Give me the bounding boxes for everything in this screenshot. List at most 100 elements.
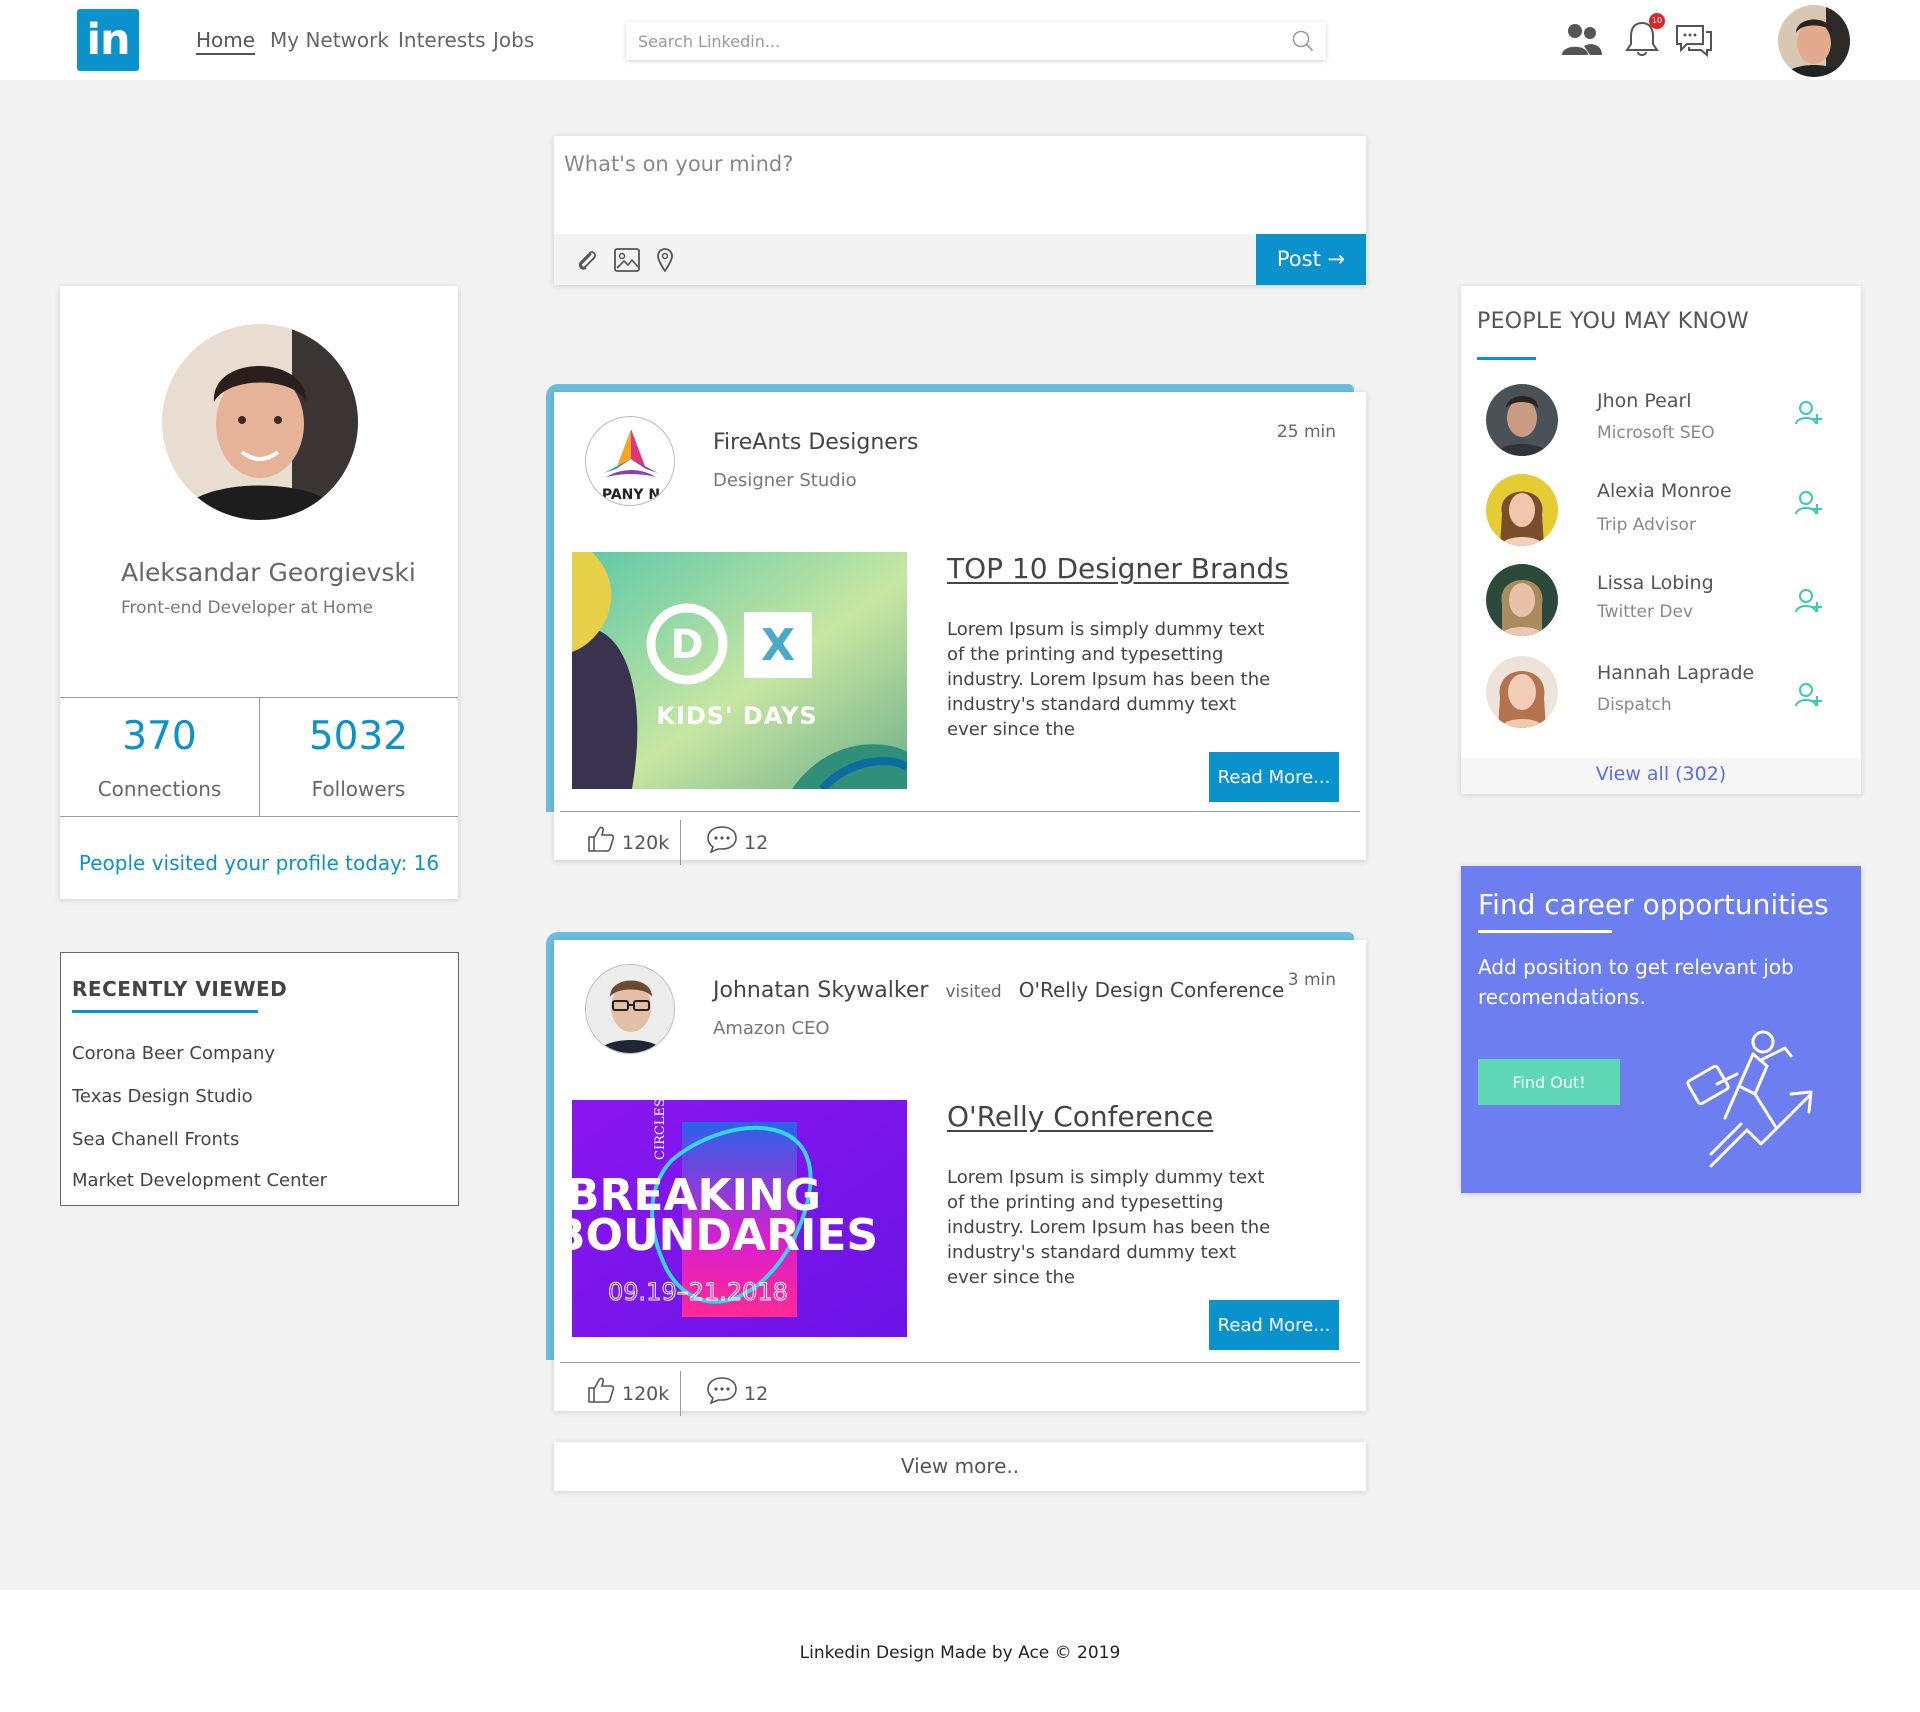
find-out-button[interactable]: Find Out! [1478, 1059, 1620, 1105]
people-icon[interactable] [1562, 22, 1602, 58]
read-more-button[interactable]: Read More... [1209, 752, 1339, 802]
person-name[interactable]: Lissa Lobing [1597, 572, 1714, 594]
add-person-icon[interactable] [1795, 490, 1823, 516]
profile-name[interactable]: Aleksandar Georgievski [121, 558, 416, 587]
person-name[interactable]: Alexia Monroe [1597, 480, 1732, 502]
recent-item[interactable]: Corona Beer Company [72, 1043, 275, 1064]
profile-visits-link[interactable]: People visited your profile today: 16 [60, 851, 458, 875]
recently-viewed-card: RECENTLY VIEWED Corona Beer Company Texa… [60, 952, 459, 1206]
composer-toolbar [554, 234, 1256, 285]
post-input[interactable] [554, 136, 1366, 234]
person-role: Twitter Dev [1597, 602, 1693, 622]
followers-label: Followers [311, 777, 406, 801]
page-footer: Linkedin Design Made by Ace © 2019 [0, 1590, 1920, 1712]
svg-text:D: D [670, 622, 703, 668]
location-icon[interactable] [656, 248, 674, 272]
post-author[interactable]: FireAnts Designers [713, 430, 918, 455]
post-body: Lorem Ipsum is simply dummy text of the … [947, 619, 1271, 740]
post-image[interactable]: D X KIDS' DAYS [572, 552, 907, 789]
career-opportunities-card: Find career opportunities Add position t… [1461, 866, 1861, 1193]
like-icon[interactable] [587, 1376, 615, 1404]
divider [560, 1362, 1360, 1363]
heading-underline [1478, 930, 1612, 933]
comment-icon[interactable] [706, 1376, 738, 1404]
image-text: 09.19–21.2018 [608, 1278, 788, 1306]
profile-avatar[interactable] [162, 324, 358, 520]
post-time: 25 min [1276, 422, 1336, 442]
heading-underline [72, 1010, 258, 1013]
search-box [626, 22, 1326, 60]
like-icon[interactable] [587, 825, 615, 853]
add-person-icon[interactable] [1795, 588, 1823, 614]
connections-count[interactable]: 370 [60, 714, 259, 759]
profile-title: Front-end Developer at Home [121, 598, 374, 618]
linkedin-logo[interactable]: in [77, 9, 139, 71]
recently-viewed-heading: RECENTLY VIEWED [72, 977, 288, 1001]
comment-icon[interactable] [706, 825, 738, 853]
search-input[interactable] [626, 22, 1266, 60]
logo-text: PANY N [602, 487, 660, 503]
read-more-button[interactable]: Read More... [1209, 1300, 1339, 1350]
person-avatar[interactable] [1486, 474, 1558, 546]
divider [560, 811, 1360, 812]
person-avatar[interactable] [1486, 564, 1558, 636]
feed-post: Johnatan Skywalker visited O'Relly Desig… [554, 940, 1366, 1416]
view-all-link[interactable]: View all (302) [1461, 763, 1861, 785]
footer-text: Linkedin Design Made by Ace © 2019 [799, 1643, 1121, 1663]
post-time: 3 min [1287, 970, 1336, 990]
add-person-icon[interactable] [1795, 400, 1823, 426]
nav-interests[interactable]: Interests [398, 28, 486, 52]
attach-icon[interactable] [576, 248, 598, 272]
post-body: Lorem Ipsum is simply dummy text of the … [947, 1167, 1271, 1288]
image-text: BOUNDARIES [572, 1210, 878, 1261]
company-logo[interactable]: PANY N [585, 416, 675, 506]
post-headline-link[interactable]: TOP 10 Designer Brands [947, 552, 1289, 585]
user-avatar[interactable] [1778, 5, 1850, 77]
comment-count: 12 [744, 1383, 769, 1405]
post-author-line: Johnatan Skywalker visited O'Relly Desig… [713, 978, 1284, 1003]
post-action: visited [945, 982, 1002, 1002]
post-author[interactable]: Johnatan Skywalker [713, 978, 928, 1003]
feed-post: PANY N FireAnts Designers Designer Studi… [554, 392, 1366, 865]
nav-jobs[interactable]: Jobs [493, 28, 534, 52]
recent-item[interactable]: Texas Design Studio [72, 1086, 253, 1107]
post-target[interactable]: O'Relly Design Conference [1019, 978, 1285, 1002]
people-you-may-know-card: PEOPLE YOU MAY KNOW Jhon Pearl Microsoft… [1461, 286, 1861, 794]
notification-badge: 10 [1649, 13, 1665, 29]
divider [680, 820, 681, 865]
divider [680, 1371, 681, 1416]
person-role: Trip Advisor [1597, 515, 1696, 535]
svg-text:X: X [761, 620, 795, 671]
followers-count[interactable]: 5032 [259, 714, 458, 759]
nav-home[interactable]: Home [196, 28, 255, 52]
image-text: CIRCLES [653, 1100, 668, 1160]
image-text: KIDS' DAYS [656, 702, 817, 730]
post-author-subtitle: Amazon CEO [713, 1018, 830, 1039]
nav-my-network[interactable]: My Network [270, 28, 389, 52]
add-person-icon[interactable] [1795, 682, 1823, 708]
post-image[interactable]: CIRCLES BREAKING BOUNDARIES 09.19–21.201… [572, 1100, 907, 1337]
recent-item[interactable]: Market Development Center [72, 1170, 327, 1191]
post-button[interactable]: Post → [1256, 234, 1366, 285]
post-composer: Post → [554, 136, 1366, 285]
profile-card: Aleksandar Georgievski Front-end Develop… [60, 286, 458, 899]
career-description: Add position to get relevant job recomen… [1478, 955, 1794, 1009]
person-name[interactable]: Hannah Laprade [1597, 662, 1754, 684]
author-avatar[interactable] [585, 964, 675, 1054]
like-count: 120k [622, 832, 670, 854]
comment-count: 12 [744, 832, 769, 854]
recent-item[interactable]: Sea Chanell Fronts [72, 1129, 239, 1150]
post-author-subtitle: Designer Studio [713, 470, 857, 491]
chat-icon[interactable] [1675, 23, 1713, 57]
person-avatar[interactable] [1486, 656, 1558, 728]
view-more-button[interactable]: View more.. [554, 1442, 1366, 1491]
search-icon[interactable] [1292, 30, 1314, 52]
image-icon[interactable] [614, 248, 640, 272]
person-avatar[interactable] [1486, 384, 1558, 456]
person-role: Dispatch [1597, 695, 1672, 715]
post-headline-link[interactable]: O'Relly Conference [947, 1100, 1213, 1133]
divider [60, 816, 458, 817]
career-growth-icon [1686, 1030, 1813, 1168]
connections-label: Connections [97, 777, 222, 801]
person-name[interactable]: Jhon Pearl [1597, 390, 1692, 412]
